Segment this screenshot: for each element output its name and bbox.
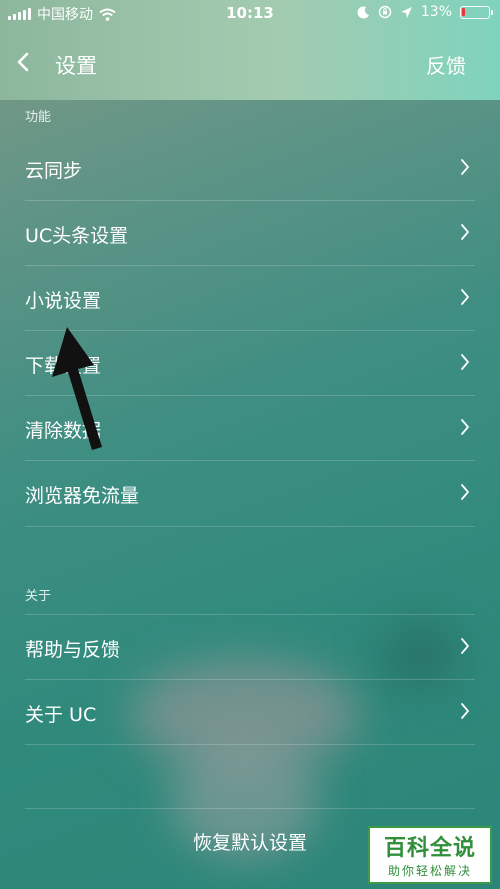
list-item-label: 浏览器免流量 — [25, 485, 140, 507]
section-label-functions: 功能 — [25, 110, 52, 125]
divider — [25, 744, 475, 745]
chevron-right-icon — [461, 484, 470, 500]
watermark-subtitle: 助你轻松解决 — [387, 864, 472, 878]
watermark-logo: 百科全说 助你轻松解决 — [368, 826, 492, 884]
rotation-lock-icon — [378, 5, 392, 19]
list-item-about-uc[interactable]: 关于 UC — [0, 680, 500, 745]
moon-icon — [357, 5, 369, 18]
annotation-arrow-icon — [52, 327, 102, 450]
list-item-label: 小说设置 — [25, 290, 102, 312]
divider — [25, 808, 475, 809]
list-item-uc-headlines-settings[interactable]: UC头条设置 — [0, 201, 500, 266]
chevron-right-icon — [461, 354, 470, 370]
list-item-help-feedback[interactable]: 帮助与反馈 — [0, 615, 500, 680]
battery-percent: 13% — [420, 4, 452, 20]
battery-level — [462, 7, 465, 16]
status-bar: 中国移动 10:13 13% — [0, 0, 500, 26]
list-item-cloud-sync[interactable]: 云同步 — [0, 136, 500, 201]
list-item-label: 云同步 — [25, 160, 83, 182]
watermark-title: 百科全说 — [383, 836, 476, 861]
page-title: 设置 — [55, 54, 97, 78]
chevron-right-icon — [461, 159, 470, 175]
divider — [25, 526, 475, 527]
chevron-right-icon — [461, 638, 470, 654]
list-item-novel-settings[interactable]: 小说设置 — [0, 266, 500, 331]
chevron-left-icon[interactable] — [14, 48, 34, 76]
chevron-right-icon — [461, 289, 470, 305]
chevron-right-icon — [461, 224, 470, 240]
feedback-button[interactable]: 反馈 — [426, 50, 466, 79]
list-item-label: UC头条设置 — [25, 225, 129, 247]
list-item-browser-free-data[interactable]: 浏览器免流量 — [0, 461, 500, 526]
section-label-about: 关于 — [25, 589, 52, 604]
list-item-label: 帮助与反馈 — [25, 639, 121, 661]
chevron-right-icon — [461, 703, 470, 719]
navigation-bar: 设置 反馈 — [0, 38, 500, 88]
battery-icon — [460, 5, 493, 19]
location-icon — [400, 6, 412, 18]
status-right: 13% — [357, 4, 493, 20]
chevron-right-icon — [461, 419, 470, 435]
list-item-label: 关于 UC — [25, 704, 97, 726]
